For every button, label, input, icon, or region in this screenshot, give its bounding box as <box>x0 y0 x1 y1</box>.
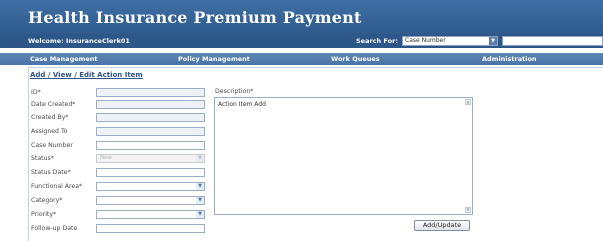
description-textarea[interactable]: Action Item Add ▲ ▼ <box>214 97 473 215</box>
follow-up-date-field[interactable] <box>96 224 205 233</box>
case-number-label: Case Number <box>31 142 73 149</box>
status-select[interactable]: New ▼ <box>96 154 205 163</box>
status-value: New <box>100 155 112 161</box>
functional-area-select[interactable]: ▼ <box>96 182 205 191</box>
id-field[interactable] <box>96 88 205 97</box>
nav-work-queues[interactable]: Work Queues <box>331 55 380 63</box>
follow-up-date-label: Follow-up Date <box>31 225 78 232</box>
chevron-down-icon: ▼ <box>196 211 204 218</box>
nav-case-management[interactable]: Case Management <box>30 55 98 63</box>
chevron-down-icon: ▼ <box>196 183 204 190</box>
assigned-to-field[interactable] <box>96 127 205 136</box>
search-type-value: Case Number <box>405 37 446 44</box>
add-update-button[interactable]: Add/Update <box>414 220 470 231</box>
case-number-field[interactable] <box>96 141 205 150</box>
nav-policy-management[interactable]: Policy Management <box>178 55 250 63</box>
welcome-text: Welcome: InsuranceClerk01 <box>28 37 130 45</box>
description-value: Action Item Add <box>218 101 266 108</box>
functional-area-label: Functional Area* <box>31 183 83 190</box>
chevron-down-icon: ▼ <box>196 155 204 162</box>
nav-administration[interactable]: Administration <box>482 55 537 63</box>
app-title: Health Insurance Premium Payment <box>28 8 362 27</box>
created-by-label: Created By* <box>31 114 69 121</box>
priority-select[interactable]: ▼ <box>96 210 205 219</box>
chevron-down-icon: ▼ <box>196 197 204 204</box>
priority-label: Priority* <box>31 211 57 218</box>
status-date-field[interactable] <box>96 168 205 177</box>
main-nav: Case Management Policy Management Work Q… <box>0 53 603 65</box>
app-header: Health Insurance Premium Payment <box>0 0 603 34</box>
date-created-label: Date Created* <box>31 101 76 108</box>
id-label: ID* <box>31 89 41 96</box>
form-title: Add / View / Edit Action Item <box>30 71 143 79</box>
search-type-select[interactable]: Case Number ▼ <box>402 36 498 46</box>
category-select[interactable]: ▼ <box>96 196 205 205</box>
created-by-field[interactable] <box>96 113 205 122</box>
search-input[interactable] <box>502 36 603 46</box>
status-date-label: Status Date* <box>31 169 71 176</box>
top-bar: Welcome: InsuranceClerk01 Search For: Ca… <box>0 34 603 48</box>
status-label: Status* <box>31 155 54 162</box>
search-label: Search For: <box>356 37 398 45</box>
scroll-down-icon[interactable]: ▼ <box>465 207 471 213</box>
assigned-to-label: Assigned To <box>31 128 68 135</box>
scroll-up-icon[interactable]: ▲ <box>465 99 471 105</box>
date-created-field[interactable] <box>96 100 205 109</box>
chevron-down-icon: ▼ <box>489 37 497 45</box>
description-label: Description* <box>215 88 254 95</box>
category-label: Category* <box>31 197 63 204</box>
